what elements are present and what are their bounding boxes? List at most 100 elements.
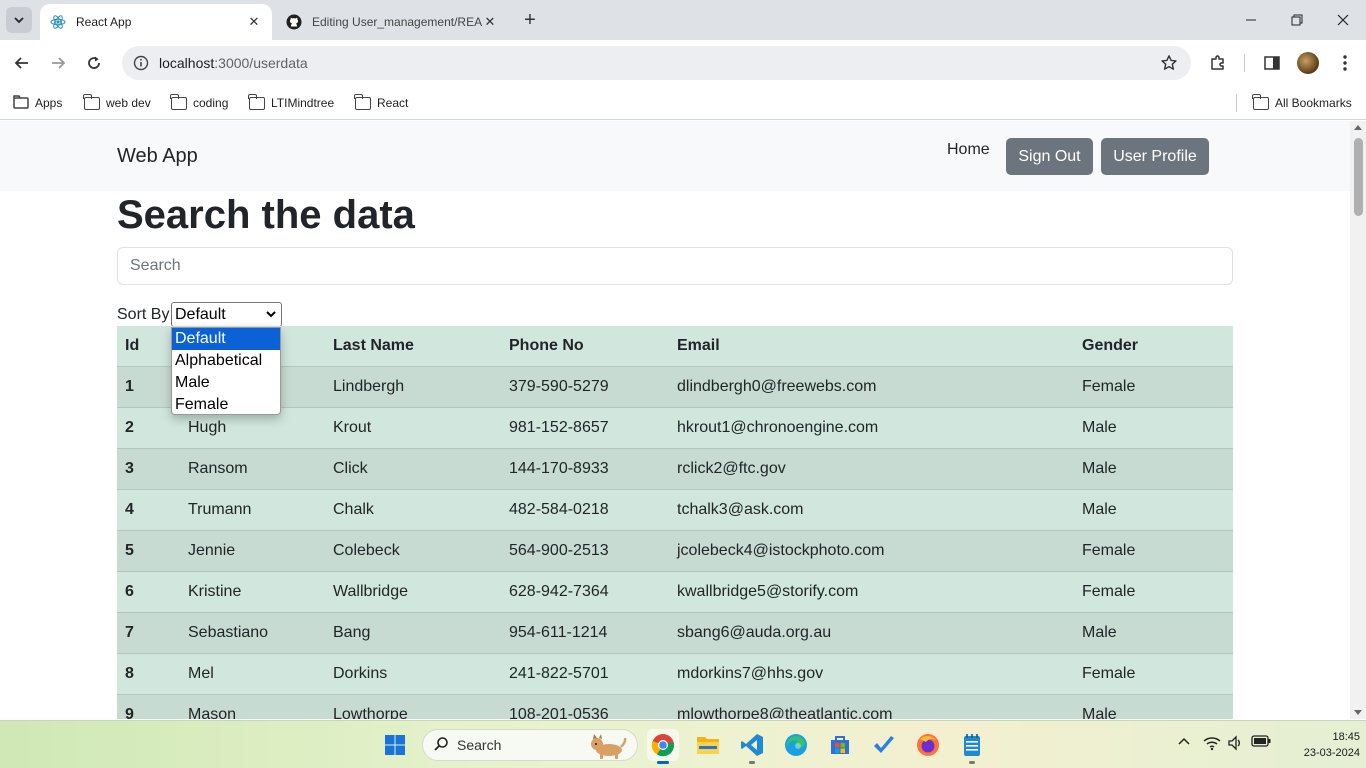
battery-icon[interactable] <box>1251 735 1271 747</box>
address-bar[interactable]: localhost:3000/userdata <box>122 46 1191 80</box>
firefox-icon[interactable] <box>912 729 944 761</box>
side-panel-icon[interactable] <box>1260 51 1284 75</box>
cell-id: 9 <box>117 694 180 719</box>
cell-id: 2 <box>117 407 180 449</box>
extensions-icon[interactable] <box>1206 51 1230 75</box>
table-row: 3 Ransom Click 144-170-8933 rclick2@ftc.gov M… <box>117 448 1233 490</box>
header-last-name: Last Name <box>325 326 501 367</box>
cell-id: 6 <box>117 571 180 613</box>
cell-last-name: Click <box>325 448 501 490</box>
sort-option-female[interactable]: Female <box>172 394 280 416</box>
folder-icon <box>248 93 265 110</box>
taskbar-search[interactable]: Search <box>422 729 638 761</box>
sort-options-list: Default Alphabetical Male Female <box>171 327 281 415</box>
start-windows-icon[interactable] <box>379 729 411 761</box>
cell-last-name: Bang <box>325 612 501 654</box>
page-scrollbar[interactable] <box>1350 121 1366 719</box>
all-bookmarks[interactable]: All Bookmarks <box>1252 93 1352 113</box>
minimize-icon[interactable] <box>1228 0 1274 40</box>
sort-option-default[interactable]: Default <box>172 328 280 350</box>
cell-id: 3 <box>117 448 180 490</box>
cell-phone: 144-170-8933 <box>501 448 669 490</box>
table-row: 2 Hugh Krout 981-152-8657 hkrout1@chronoengi… <box>117 407 1233 449</box>
browser-toolbar: localhost:3000/userdata <box>0 40 1366 86</box>
github-icon <box>286 14 302 30</box>
cell-gender: Female <box>1074 571 1233 613</box>
site-info-icon[interactable] <box>132 54 150 72</box>
vscode-icon[interactable] <box>736 729 768 764</box>
tab-search-button[interactable] <box>6 7 32 33</box>
header-phone: Phone No <box>501 326 669 367</box>
menu-dots-icon[interactable] <box>1333 51 1357 75</box>
scroll-up-icon[interactable] <box>1354 125 1362 130</box>
volume-icon[interactable] <box>1227 735 1243 751</box>
bookmarks-divider <box>1236 94 1237 112</box>
nav-home-link[interactable]: Home <box>947 141 990 159</box>
scroll-down-icon[interactable] <box>1354 710 1362 715</box>
restore-icon[interactable] <box>1274 0 1320 40</box>
brand-link[interactable]: Web App <box>117 145 198 168</box>
cell-gender: Male <box>1074 407 1233 449</box>
table-row: 1 Lindbergh 379-590-5279 dlindbergh0@freewe… <box>117 366 1233 408</box>
chrome-icon[interactable] <box>647 729 679 764</box>
cell-phone: 482-584-0218 <box>501 489 669 531</box>
close-icon[interactable]: ✕ <box>246 14 262 30</box>
reload-icon[interactable] <box>80 49 108 77</box>
bookmark-apps[interactable]: Apps <box>13 93 62 113</box>
cell-gender: Female <box>1074 530 1233 572</box>
edge-icon[interactable] <box>780 729 812 761</box>
cell-phone: 241-822-5701 <box>501 653 669 695</box>
react-icon <box>50 14 66 30</box>
bookmark-web-dev[interactable]: web dev <box>83 93 151 113</box>
search-icon <box>433 736 449 755</box>
scrollbar-thumb[interactable] <box>1354 138 1363 216</box>
table-row: 8 Mel Dorkins 241-822-5701 mdorkins7@hhs.gov… <box>117 653 1233 695</box>
bookmark-coding[interactable]: coding <box>170 93 228 113</box>
new-tab-button[interactable]: + <box>518 8 542 32</box>
cell-email: jcolebeck4@istockphoto.com <box>669 530 1074 572</box>
folder-icon <box>354 93 371 110</box>
bookmark-react[interactable]: React <box>354 93 408 113</box>
cell-email: mlowthorpe8@theatlantic.com <box>669 694 1074 719</box>
back-icon[interactable] <box>8 49 36 77</box>
cell-email: tchalk3@ask.com <box>669 489 1074 531</box>
tab-react-app[interactable]: React App ✕ <box>40 4 272 40</box>
cell-last-name: Lowthorpe <box>325 694 501 719</box>
table-row: 9 Mason Lowthorpe 108-201-0536 mlowthorpe8@t… <box>117 694 1233 719</box>
cell-first-name: Jennie <box>180 530 325 572</box>
bookmark-ltimindtree[interactable]: LTIMindtree <box>248 93 334 113</box>
wifi-icon[interactable] <box>1203 735 1221 751</box>
sort-option-alphabetical[interactable]: Alphabetical <box>172 350 280 372</box>
profile-avatar[interactable] <box>1297 52 1319 74</box>
sort-select[interactable]: Default <box>171 302 282 327</box>
search-input[interactable]: Search <box>117 247 1233 285</box>
table-row: 5 Jennie Colebeck 564-900-2513 jcolebeck4@is… <box>117 530 1233 572</box>
microsoft-store-icon[interactable] <box>824 729 856 761</box>
tab-github-editing[interactable]: Editing User_management/REA ✕ <box>276 4 508 40</box>
cell-first-name: Ransom <box>180 448 325 490</box>
sign-out-button[interactable]: Sign Out <box>1006 138 1093 175</box>
cell-phone: 628-942-7364 <box>501 571 669 613</box>
todo-checkmark-icon[interactable] <box>868 729 900 761</box>
user-profile-button[interactable]: User Profile <box>1101 138 1209 175</box>
tab-title: Editing User_management/REA <box>312 15 482 29</box>
bookmark-star-icon[interactable] <box>1159 53 1179 73</box>
cell-first-name: Mel <box>180 653 325 695</box>
folder-icon <box>1252 93 1269 110</box>
app-navbar: Web App Home Sign Out User Profile <box>0 121 1350 191</box>
tab-title: React App <box>76 15 132 29</box>
cell-last-name: Chalk <box>325 489 501 531</box>
table-row: 4 Trumann Chalk 482-584-0218 tchalk3@ask.com… <box>117 489 1233 531</box>
notepad-icon[interactable] <box>956 729 988 764</box>
table-row: 7 Sebastiano Bang 954-611-1214 sbang6@auda.o… <box>117 612 1233 654</box>
file-explorer-icon[interactable] <box>692 729 724 761</box>
cell-phone: 108-201-0536 <box>501 694 669 719</box>
sort-option-male[interactable]: Male <box>172 372 280 394</box>
system-clock[interactable]: 18:45 23-03-2024 <box>1300 729 1360 761</box>
forward-icon[interactable] <box>44 49 72 77</box>
chevron-up-icon[interactable] <box>1177 735 1191 749</box>
close-icon[interactable]: ✕ <box>482 14 498 30</box>
window-close-icon[interactable] <box>1320 0 1366 40</box>
sort-label: Sort By: <box>117 306 174 323</box>
chevron-down-icon <box>14 17 24 24</box>
